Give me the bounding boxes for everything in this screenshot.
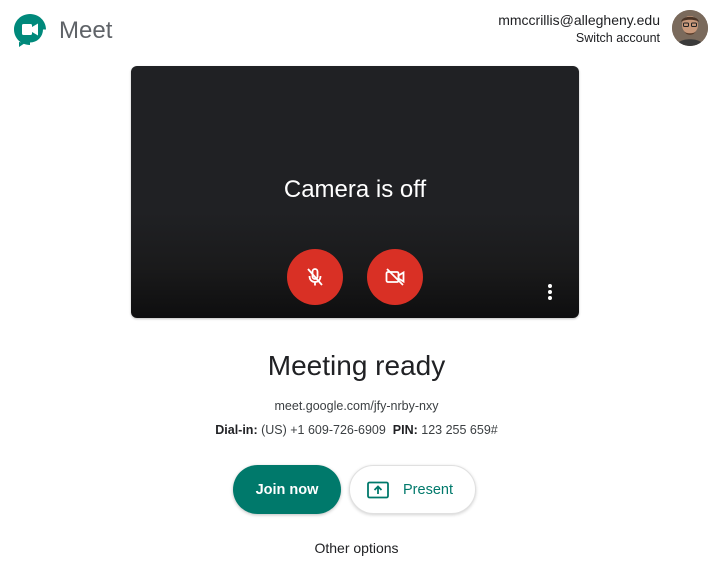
google-meet-logo-icon (14, 14, 46, 47)
mic-toggle-button[interactable] (287, 249, 343, 305)
camera-toggle-button[interactable] (367, 249, 423, 305)
account-email: mmccrillis@allegheny.edu (498, 12, 660, 28)
more-options-button[interactable] (540, 281, 560, 303)
top-header: Meet mmccrillis@allegheny.edu Switch acc… (0, 0, 713, 60)
page-title: Meeting ready (267, 350, 446, 381)
other-options-link[interactable]: Other options (0, 540, 713, 556)
camera-status-text: Camera is off (283, 176, 427, 203)
pin-value: 123 255 659# (421, 423, 498, 437)
dial-in-info: Dial-in: (US) +1 609-726-6909 PIN: 123 2… (0, 423, 713, 437)
avatar[interactable] (672, 10, 708, 46)
account-info: mmccrillis@allegheny.edu Switch account (498, 12, 660, 46)
more-vert-icon (548, 284, 552, 300)
present-button[interactable]: Present (349, 465, 476, 514)
meeting-link: meet.google.com/jfy-nrby-nxy (274, 399, 439, 413)
join-now-button[interactable]: Join now (233, 465, 341, 514)
present-label: Present (403, 481, 453, 498)
dial-in-label: Dial-in: (215, 423, 258, 437)
present-to-all-icon (367, 481, 389, 499)
dial-in-number: (US) +1 609-726-6909 (261, 423, 386, 437)
user-avatar-icon (672, 10, 708, 46)
mic-off-icon (307, 268, 323, 286)
pin-label: PIN: (392, 423, 418, 437)
switch-account-link[interactable]: Switch account (498, 30, 660, 46)
videocam-off-icon (385, 268, 405, 286)
app-brand: Meet (59, 17, 113, 44)
video-preview: Camera is off (131, 66, 579, 318)
